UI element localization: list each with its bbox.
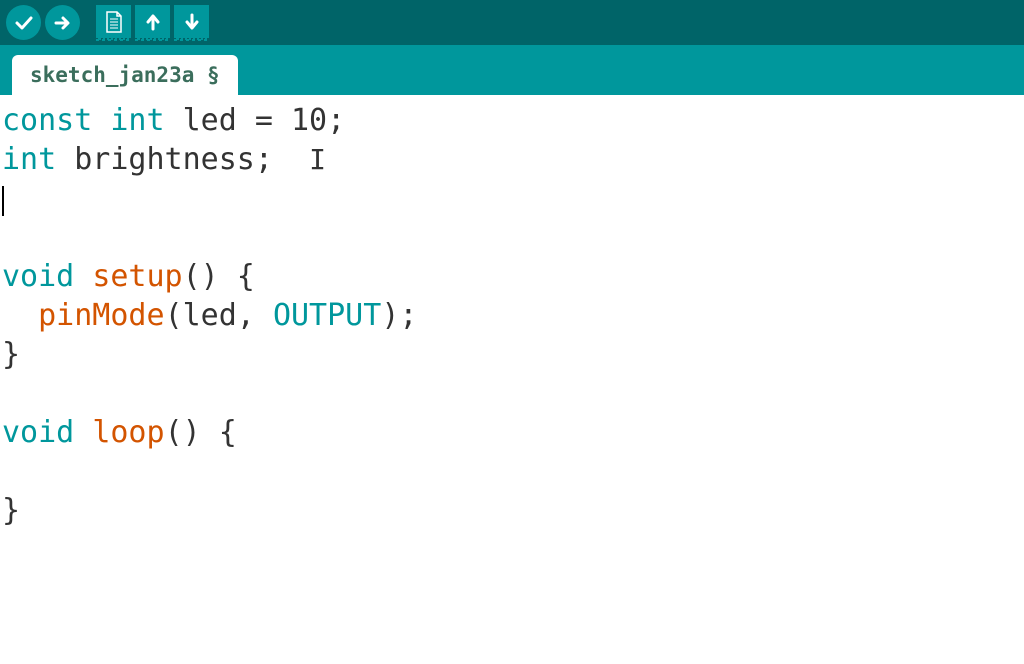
code-token (74, 415, 92, 450)
upload-button[interactable] (45, 5, 80, 40)
code-token: ; (327, 103, 345, 138)
code-token: } (2, 493, 20, 528)
code-token: brightness; (56, 142, 309, 177)
save-button[interactable] (174, 5, 209, 40)
code-token: pinMode (38, 298, 164, 333)
code-line[interactable] (2, 179, 1022, 218)
code-token: loop (92, 415, 164, 450)
code-line[interactable]: void setup() { (2, 257, 1022, 296)
code-token: 10 (291, 103, 327, 138)
code-token: const (2, 103, 92, 138)
ibeam-cursor-icon: I (309, 142, 326, 178)
code-token: () { (165, 415, 237, 450)
code-token: (led, (165, 298, 273, 333)
code-token: setup (92, 259, 182, 294)
code-line[interactable]: void loop() { (2, 413, 1022, 452)
arrow-right-icon (53, 13, 73, 33)
code-token: ); (381, 298, 417, 333)
code-token: () { (183, 259, 255, 294)
code-token: OUTPUT (273, 298, 381, 333)
code-line[interactable]: } (2, 335, 1022, 374)
tab-strip: sketch_jan23a § (0, 45, 1024, 95)
code-editor[interactable]: const int led = 10;int brightness; I voi… (0, 95, 1024, 536)
code-line[interactable] (2, 218, 1022, 257)
open-button[interactable] (135, 5, 170, 40)
code-line[interactable] (2, 374, 1022, 413)
code-line[interactable]: pinMode(led, OUTPUT); (2, 296, 1022, 335)
tab-sketch[interactable]: sketch_jan23a § (12, 55, 238, 95)
code-token: led = (165, 103, 291, 138)
arrow-up-icon (143, 12, 163, 32)
code-line[interactable]: } (2, 491, 1022, 530)
check-icon (14, 13, 34, 33)
code-token: int (2, 142, 56, 177)
code-line[interactable]: const int led = 10; (2, 101, 1022, 140)
code-token: } (2, 337, 20, 372)
code-token (92, 103, 110, 138)
code-token (74, 259, 92, 294)
code-line[interactable]: int brightness; I (2, 140, 1022, 179)
verify-button[interactable] (6, 5, 41, 40)
code-token: void (2, 415, 74, 450)
code-token: int (110, 103, 164, 138)
toolbar (0, 0, 1024, 45)
code-token: void (2, 259, 74, 294)
arrow-down-icon (182, 12, 202, 32)
new-button[interactable] (96, 5, 131, 40)
code-line[interactable] (2, 452, 1022, 491)
text-caret (2, 186, 4, 216)
file-icon (103, 10, 125, 34)
